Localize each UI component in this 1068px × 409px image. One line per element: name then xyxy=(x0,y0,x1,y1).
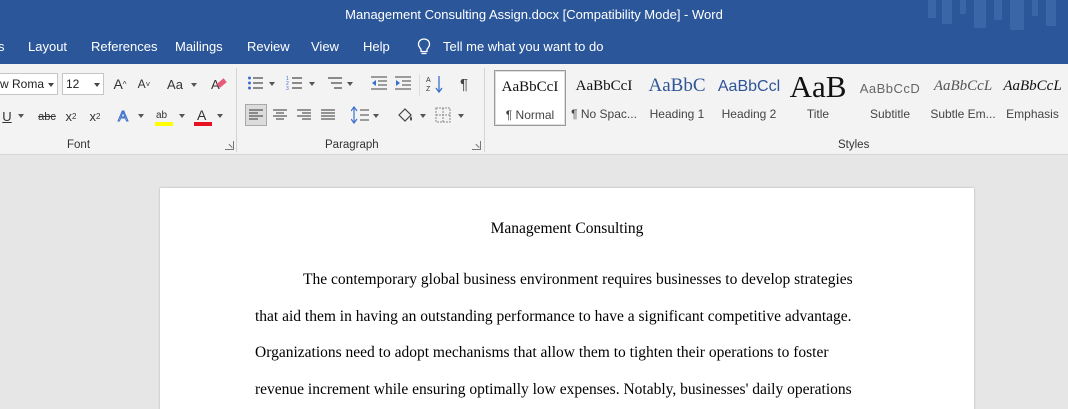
font-group-label: Font xyxy=(67,139,91,151)
document-line-3: Organizations need to adopt mechanisms t… xyxy=(255,344,829,361)
document-line-1: The contemporary global business environ… xyxy=(303,271,853,288)
subscript-icon[interactable]: x2 xyxy=(62,106,80,126)
style-title[interactable]: AaB Title xyxy=(781,70,855,126)
title-bar-decoration xyxy=(928,0,1056,30)
decrease-indent-icon[interactable] xyxy=(370,75,388,91)
style-title-label: Title xyxy=(806,107,830,121)
document-page[interactable]: Management Consulting The contemporary g… xyxy=(160,188,974,409)
text-effects-icon[interactable]: A xyxy=(116,106,134,126)
shading-icon[interactable] xyxy=(396,106,416,124)
justify-icon[interactable] xyxy=(321,109,335,121)
shrink-font-icon[interactable]: A ˅ xyxy=(134,74,154,94)
style-heading-2-label: Heading 2 xyxy=(721,107,777,121)
align-left-button[interactable] xyxy=(245,104,267,126)
font-name-value: w Roma xyxy=(0,77,45,91)
underline-icon[interactable]: U xyxy=(0,106,14,126)
font-size-box[interactable]: 12 xyxy=(62,73,104,95)
paragraph-group-label: Paragraph xyxy=(325,139,379,151)
style-subtle-emphasis-label: Subtle Em... xyxy=(930,107,996,121)
strikethrough-icon[interactable]: abc xyxy=(36,107,58,127)
document-line-4: revenue increment while ensuring optimal… xyxy=(255,381,852,398)
font-name-box[interactable]: w Roma xyxy=(0,73,58,95)
tab-review[interactable]: Review xyxy=(247,39,290,54)
style-emphasis[interactable]: AaBbCcL Emphasis xyxy=(997,70,1068,126)
svg-text:A: A xyxy=(118,108,128,125)
font-color-icon[interactable]: A xyxy=(193,106,213,128)
style-subtitle-preview: AaBbCcD xyxy=(859,81,921,96)
ribbon-tabs: s Layout References Mailings Review View… xyxy=(0,30,1068,64)
tab-mailings[interactable]: Mailings xyxy=(175,39,223,54)
style-subtle-emphasis-preview: AaBbCcL xyxy=(933,78,993,94)
style-no-spacing-label: ¶ No Spac... xyxy=(571,107,637,121)
tab-view[interactable]: View xyxy=(311,39,339,54)
style-heading-2-preview: AaBbCcl xyxy=(717,78,781,95)
svg-text:A: A xyxy=(197,107,207,123)
align-center-icon[interactable] xyxy=(273,109,287,121)
tell-me-search[interactable]: Tell me what you want to do xyxy=(443,39,603,54)
style-normal[interactable]: AaBbCcI ¶ Normal xyxy=(494,70,566,126)
font-size-value: 12 xyxy=(66,77,80,91)
sort-icon[interactable]: A Z xyxy=(426,74,444,94)
multilevel-list-icon[interactable] xyxy=(326,75,344,91)
change-case-label: Aa xyxy=(167,76,183,92)
ribbon: w Roma 12 A ^ A ˅ Aa A U abc x2 x2 A ab A … xyxy=(0,64,1068,155)
style-subtitle[interactable]: AaBbCcD Subtitle xyxy=(853,70,927,126)
change-case-button[interactable]: Aa xyxy=(162,74,188,94)
svg-text:A: A xyxy=(426,77,431,84)
borders-icon[interactable] xyxy=(435,107,451,123)
style-normal-preview: AaBbCcI xyxy=(501,79,559,95)
style-heading-2[interactable]: AaBbCcl Heading 2 xyxy=(712,70,786,126)
bullets-icon[interactable] xyxy=(247,75,265,91)
style-heading-1-label: Heading 1 xyxy=(649,107,705,121)
title-bar: Management Consulting Assign.docx [Compa… xyxy=(0,0,1068,30)
svg-text:ab: ab xyxy=(156,110,168,121)
style-subtle-emphasis[interactable]: AaBbCcL Subtle Em... xyxy=(926,70,1000,126)
tab-partial[interactable]: s xyxy=(0,39,4,54)
style-subtitle-label: Subtitle xyxy=(869,107,911,121)
highlight-color-icon[interactable]: ab xyxy=(154,106,174,128)
style-heading-1[interactable]: AaBbC Heading 1 xyxy=(640,70,714,126)
styles-group-label: Styles xyxy=(838,139,870,151)
tab-references[interactable]: References xyxy=(91,39,157,54)
svg-text:Z: Z xyxy=(426,86,431,93)
paragraph-dialog-launcher[interactable] xyxy=(472,141,481,150)
document-title: Management Consulting xyxy=(490,220,644,237)
grow-font-icon[interactable]: A ^ xyxy=(110,74,130,94)
tab-help[interactable]: Help xyxy=(363,39,390,54)
increase-indent-icon[interactable] xyxy=(394,75,412,91)
lightbulb-icon[interactable] xyxy=(416,38,432,56)
style-no-spacing-preview: AaBbCcI xyxy=(575,78,633,94)
show-formatting-icon[interactable]: ¶ xyxy=(456,74,472,94)
tab-layout[interactable]: Layout xyxy=(28,39,67,54)
style-title-preview: AaB xyxy=(789,70,847,104)
document-line-2: that aid them in having an outstanding p… xyxy=(255,308,852,325)
numbering-icon[interactable]: 1 2 3 xyxy=(286,75,304,91)
style-emphasis-label: Emphasis xyxy=(1006,107,1059,121)
line-spacing-icon[interactable] xyxy=(351,106,369,124)
align-right-icon[interactable] xyxy=(297,109,311,121)
svg-text:3: 3 xyxy=(286,86,289,91)
style-no-spacing[interactable]: AaBbCcI ¶ No Spac... xyxy=(567,70,641,126)
style-normal-label: ¶ Normal xyxy=(505,108,555,122)
font-dialog-launcher[interactable] xyxy=(225,141,234,150)
style-emphasis-preview: AaBbCcL xyxy=(1003,78,1062,94)
align-left-icon xyxy=(249,109,263,120)
clear-formatting-icon[interactable]: A xyxy=(208,75,228,93)
style-heading-1-preview: AaBbC xyxy=(648,75,706,96)
superscript-icon[interactable]: x2 xyxy=(86,106,104,126)
